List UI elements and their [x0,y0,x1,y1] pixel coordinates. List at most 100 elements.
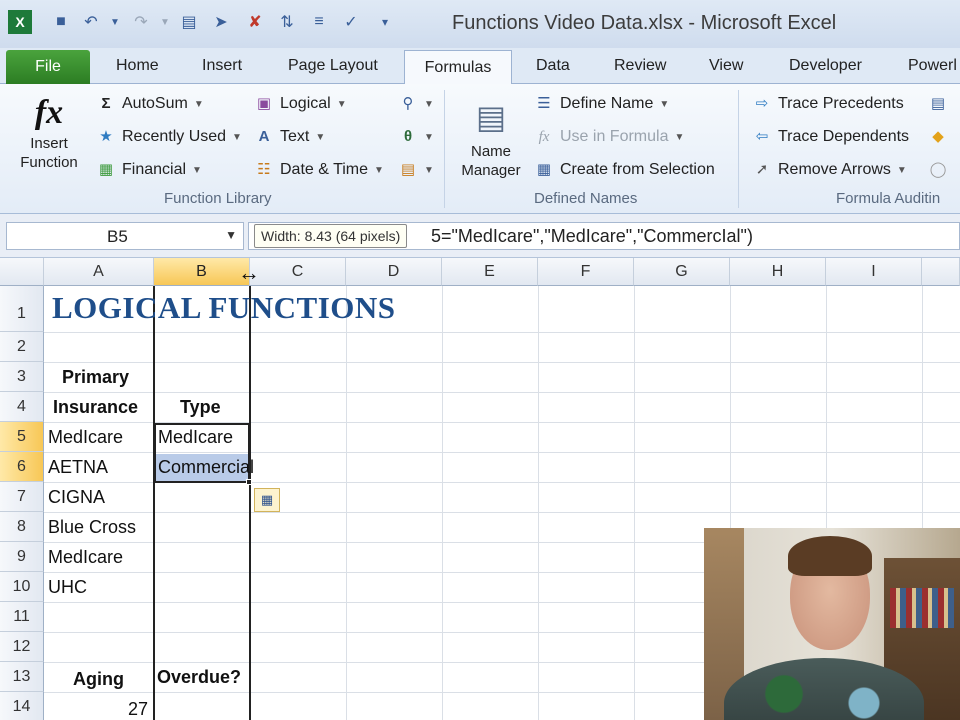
column-header-h[interactable]: H [730,258,826,286]
cell-a10[interactable]: UHC [48,572,87,602]
redo-dropdown-icon[interactable]: ▼ [154,10,176,34]
quick-access-icon-2[interactable]: ➤ [210,10,232,34]
gridline [634,286,635,720]
chevron-down-icon[interactable]: ▼ [225,228,237,242]
cell-a14[interactable]: 27 [128,694,148,720]
row-header-6[interactable]: 6 [0,452,44,482]
customize-qat-icon[interactable]: ▾ [374,10,396,34]
quick-access-icon-6[interactable]: ✓ [340,10,362,34]
create-from-selection-icon: ▦ [536,161,552,178]
more-functions-button[interactable]: ▤ ▼ [398,160,434,180]
quick-access-icon-1[interactable]: ▤ [178,10,200,34]
cell-b4[interactable]: Type [180,392,221,422]
cell-b6[interactable]: Commercial [158,452,254,482]
cell-b13[interactable]: Overdue? [157,662,241,692]
logical-button[interactable]: ▣ Logical ▼ [254,94,347,114]
row-header-3[interactable]: 3 [0,362,44,392]
row-header-14[interactable]: 14 [0,692,44,720]
cell-a1-title[interactable]: LOGICAL FUNCTIONS [52,290,396,326]
auto-fill-options-icon[interactable]: ▦ [254,488,280,512]
redo-icon[interactable]: ↷ [130,10,152,34]
column-header-a[interactable]: A [44,258,154,286]
cell-a3[interactable]: Primary [62,362,129,392]
row-header-13[interactable]: 13 [0,662,44,692]
presenter-hair [788,536,872,576]
remove-arrows-label: Remove Arrows [778,161,891,178]
chevron-down-icon: ▼ [424,164,434,176]
row-header-7[interactable]: 7 [0,482,44,512]
quick-access-icon-3[interactable]: ✘ [244,10,266,34]
tab-power[interactable]: Powerl [908,48,957,84]
lookup-reference-button[interactable]: ⚲ ▼ [398,94,434,114]
save-icon[interactable]: ■ [50,10,72,34]
show-formulas-button[interactable]: ▤ [928,94,948,114]
column-header-e[interactable]: E [442,258,538,286]
quick-access-icon-5[interactable]: ≡ [308,10,330,34]
tab-formulas[interactable]: Formulas [404,50,512,85]
webcam-overlay [704,528,960,720]
column-width-tooltip: Width: 8.43 (64 pixels) [254,224,408,248]
cell-a5[interactable]: MedIcare [48,422,123,452]
column-header-j[interactable] [922,258,960,286]
autosum-button[interactable]: Σ AutoSum ▼ [96,94,204,114]
undo-icon[interactable]: ↶ [80,10,102,34]
cell-a6[interactable]: AETNA [48,452,108,482]
create-from-selection-button[interactable]: ▦ Create from Selection [534,160,715,180]
row-header-1[interactable]: 1 [0,286,44,332]
cell-a7[interactable]: CIGNA [48,482,105,512]
recently-used-button[interactable]: ★ Recently Used ▼ [96,127,242,147]
tab-review[interactable]: Review [614,48,666,84]
column-header-g[interactable]: G [634,258,730,286]
undo-dropdown-icon[interactable]: ▼ [104,10,126,34]
define-name-button[interactable]: ☰ Define Name ▼ [534,94,669,114]
date-time-button[interactable]: ☷ Date & Time ▼ [254,160,384,180]
date-time-label: Date & Time [280,161,369,178]
cell-a13[interactable]: Aging [73,664,124,694]
row-header-9[interactable]: 9 [0,542,44,572]
remove-arrows-icon: ➚ [755,161,769,178]
math-trig-button[interactable]: θ ▼ [398,127,434,147]
column-header-b[interactable]: B [154,258,250,286]
cell-a4[interactable]: Insurance [53,392,138,422]
use-in-formula-button[interactable]: fx Use in Formula ▼ [534,127,685,147]
text-button[interactable]: A Text ▼ [254,127,326,147]
tab-developer[interactable]: Developer [789,48,862,84]
recently-used-label: Recently Used [122,128,227,145]
tab-file[interactable]: File [6,50,90,84]
tab-insert[interactable]: Insert [202,48,242,84]
tab-home[interactable]: Home [116,48,159,84]
error-checking-button[interactable]: ◆ [928,127,948,147]
row-header-10[interactable]: 10 [0,572,44,602]
column-header-i[interactable]: I [826,258,922,286]
tab-view[interactable]: View [709,48,743,84]
select-all-corner[interactable] [0,258,44,286]
column-header-d[interactable]: D [346,258,442,286]
insert-function-button[interactable]: fx Insert Function [10,92,88,188]
tab-data[interactable]: Data [536,48,570,84]
row-header-4[interactable]: 4 [0,392,44,422]
financial-button[interactable]: ▦ Financial ▼ [96,160,202,180]
cell-b5[interactable]: MedIcare [158,422,233,452]
text-label: Text [280,128,310,145]
column-header-f[interactable]: F [538,258,634,286]
row-header-5[interactable]: 5 [0,422,44,452]
remove-arrows-button[interactable]: ➚ Remove Arrows ▼ [752,160,907,180]
evaluate-formula-button[interactable]: ◯ [928,160,948,180]
tab-page-layout[interactable]: Page Layout [288,48,378,84]
trace-dependents-button[interactable]: ⇦ Trace Dependents [752,127,909,147]
row-header-8[interactable]: 8 [0,512,44,542]
row-header-2[interactable]: 2 [0,332,44,362]
trace-precedents-icon: ⇨ [755,95,769,112]
quick-access-icon-4[interactable]: ⇅ [276,10,298,34]
name-manager-button[interactable]: ▤ Name Manager [454,92,528,188]
chevron-down-icon: ▼ [193,98,204,110]
trace-precedents-button[interactable]: ⇨ Trace Precedents [752,94,904,114]
column-header-c[interactable]: C [250,258,346,286]
cell-a8[interactable]: Blue Cross [48,512,136,542]
row-header-12[interactable]: 12 [0,632,44,662]
cell-a9[interactable]: MedIcare [48,542,123,572]
row-header-11[interactable]: 11 [0,602,44,632]
column-resize-guide-left [153,286,155,720]
excel-logo-icon[interactable]: X [8,10,32,34]
name-box[interactable]: B5 ▼ [6,222,244,250]
